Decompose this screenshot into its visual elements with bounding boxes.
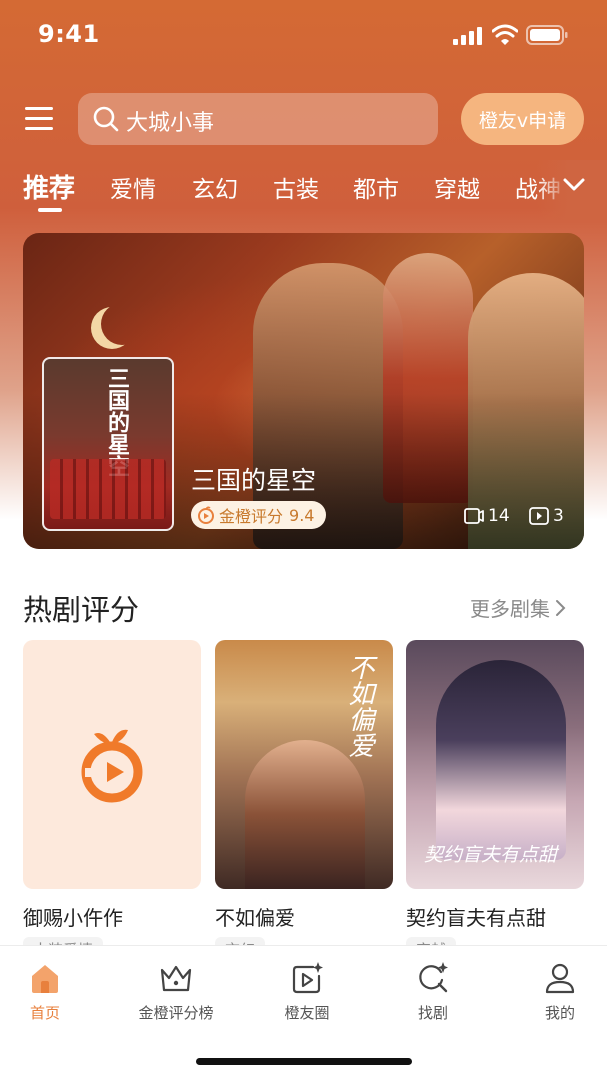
banner-title: 三国的星空 [191, 466, 317, 495]
drama-card[interactable]: 契约盲夫有点甜 契约盲夫有点甜 穿越 [406, 640, 584, 963]
orange-logo-icon [198, 506, 214, 524]
home-indicator [196, 1058, 412, 1065]
video-sparkle-icon [292, 962, 323, 994]
apply-membership-button[interactable]: 橙友v申请 [461, 93, 584, 145]
episodes-icon [464, 508, 484, 524]
tab-fantasy[interactable]: 玄幻 [192, 170, 238, 204]
nav-home[interactable]: 首页 [0, 960, 100, 1023]
poster-couple [436, 660, 566, 860]
orange-logo-icon [81, 729, 143, 803]
drama-card[interactable]: 不如偏爱 不如偏爱 玄幻 [215, 640, 393, 963]
nav-find-drama[interactable]: 找剧 [378, 960, 488, 1023]
episodes-count: 14 [488, 506, 510, 526]
card-poster: 契约盲夫有点甜 [406, 640, 584, 889]
card-title: 契约盲夫有点甜 [406, 906, 546, 930]
banner-poster: 三国的星空 [42, 357, 174, 531]
search-sparkle-icon [419, 962, 448, 993]
play-stat: 3 [529, 505, 564, 527]
card-title: 不如偏爱 [215, 906, 295, 930]
crown-icon [160, 965, 192, 992]
poster-seats [50, 459, 166, 519]
home-icon [32, 965, 58, 993]
tab-costume[interactable]: 古装 [273, 170, 319, 204]
nav-label: 找剧 [417, 1004, 448, 1022]
active-tab-indicator [38, 208, 62, 212]
tab-time-travel[interactable]: 穿越 [434, 170, 480, 204]
card-poster-placeholder [23, 640, 201, 889]
card-poster: 不如偏爱 [215, 640, 393, 889]
moon-decoration [101, 303, 143, 345]
more-dramas-link[interactable]: 更多剧集 [470, 593, 566, 622]
search-icon [93, 106, 119, 132]
status-time: 9:41 [38, 20, 100, 48]
cellular-signal-icon [453, 27, 482, 45]
play-icon [529, 507, 549, 525]
category-tabs: 推荐 爱情 玄幻 古装 都市 穿越 战神 [0, 160, 607, 220]
person-icon [545, 963, 575, 994]
tab-urban[interactable]: 都市 [353, 170, 399, 204]
poster-title: 契约盲夫有点甜 [424, 844, 558, 866]
poster-couple [245, 740, 365, 889]
nav-label: 金橙评分榜 [138, 1004, 214, 1022]
nav-profile[interactable]: 我的 [505, 960, 607, 1023]
more-dramas-label: 更多剧集 [470, 597, 550, 621]
rating-label: 金橙评分 [219, 507, 284, 526]
drama-card[interactable]: 御赐小仵作 古装爱情 [23, 640, 201, 963]
nav-label: 首页 [29, 1004, 60, 1022]
nav-label: 我的 [544, 1004, 575, 1022]
chevron-down-icon[interactable] [562, 175, 586, 195]
tab-recommend[interactable]: 推荐 [23, 168, 75, 205]
nav-label: 橙友圈 [284, 1004, 330, 1022]
nav-friends-circle[interactable]: 橙友圈 [252, 960, 362, 1023]
search-input[interactable]: 大城小事 [78, 93, 438, 145]
poster-title: 不如偏爱 [344, 654, 374, 758]
rating-value: 9.4 [289, 505, 315, 525]
section-title: 热剧评分 [23, 593, 140, 627]
wifi-icon [492, 24, 518, 45]
featured-banner[interactable]: 三国的星空 三国的星空 金橙评分 9.4 14 3 [23, 233, 584, 549]
card-title: 御赐小仵作 [23, 906, 123, 930]
play-count: 3 [553, 506, 564, 526]
episodes-stat: 14 [464, 505, 510, 527]
status-bar: 9:41 [0, 0, 607, 70]
menu-icon[interactable] [25, 105, 55, 133]
chevron-right-icon [556, 599, 566, 616]
battery-icon [526, 25, 568, 45]
nav-rating-chart[interactable]: 金橙评分榜 [121, 960, 231, 1023]
tab-romance[interactable]: 爱情 [110, 170, 156, 204]
search-text: 大城小事 [126, 111, 215, 136]
rating-badge: 金橙评分 9.4 [191, 501, 327, 529]
